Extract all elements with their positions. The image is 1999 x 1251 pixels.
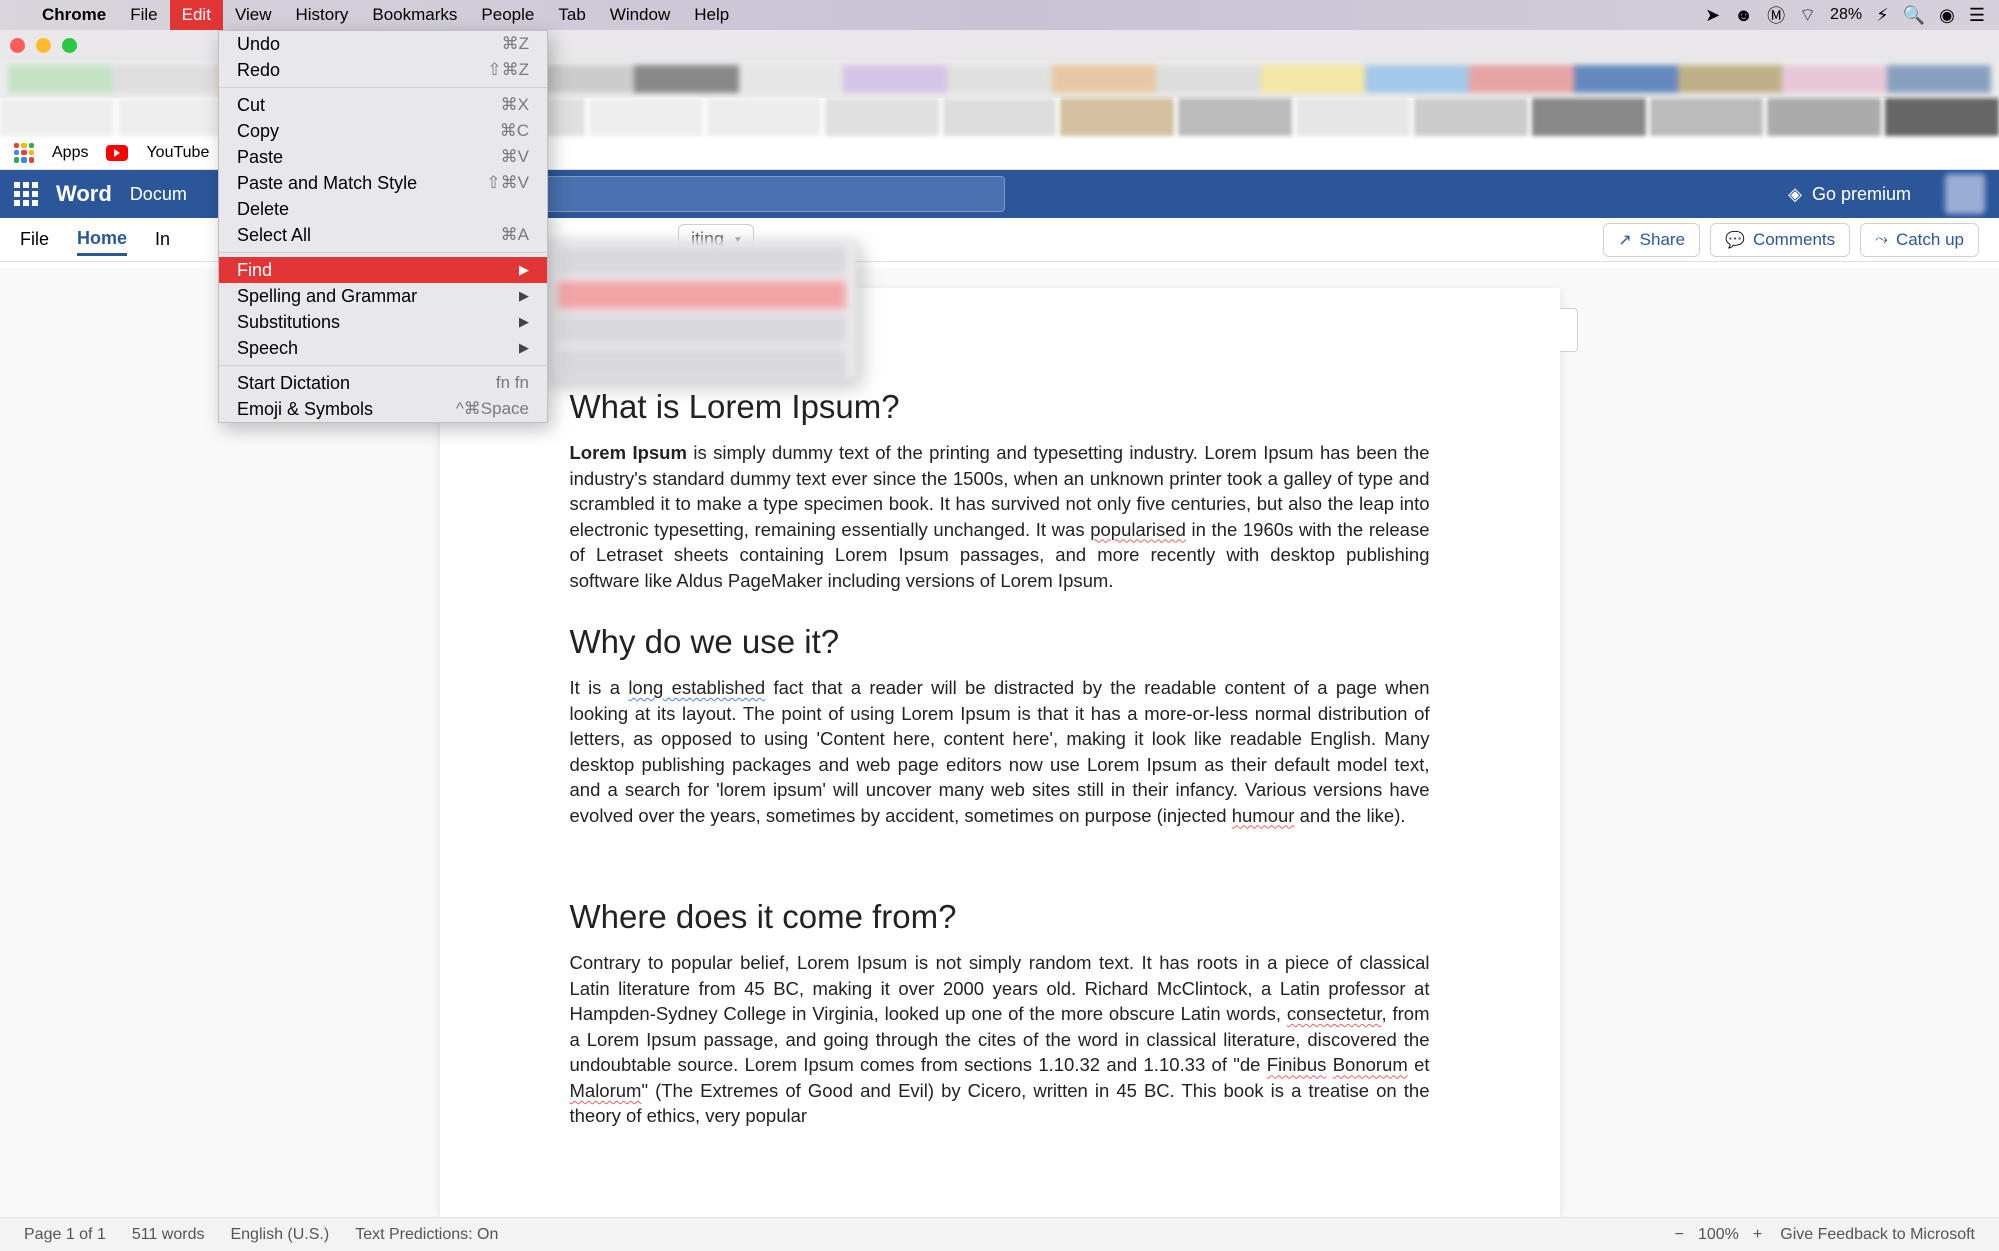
zoom-out-button[interactable]: − xyxy=(1675,1226,1684,1244)
status-icon-3[interactable]: Ⓜ xyxy=(1767,2,1785,28)
menu-item-emoji-symbols[interactable]: Emoji & Symbols^⌘Space xyxy=(219,396,547,422)
menu-item-substitutions[interactable]: Substitutions▶ xyxy=(219,309,547,335)
feedback-link[interactable]: Give Feedback to Microsoft xyxy=(1780,1226,1975,1244)
tab-file[interactable]: File xyxy=(20,225,49,254)
share-icon: ↗ xyxy=(1618,230,1631,250)
menu-item-copy[interactable]: Copy⌘C xyxy=(219,118,547,144)
user-avatar[interactable] xyxy=(1945,174,1985,214)
menu-item-speech[interactable]: Speech▶ xyxy=(219,335,547,361)
status-page[interactable]: Page 1 of 1 xyxy=(24,1226,106,1244)
menu-file[interactable]: File xyxy=(118,0,169,30)
status-predictions[interactable]: Text Predictions: On xyxy=(355,1226,498,1244)
heading-3[interactable]: Where does it come from? xyxy=(570,898,1430,936)
mac-status-right: ➤ ☻ Ⓜ ⌔ 28% ⚡︎ 🔍 ◉ ☰ xyxy=(1705,2,1985,28)
status-bar: Page 1 of 1 511 words English (U.S.) Tex… xyxy=(0,1217,1999,1251)
status-icon-2[interactable]: ☻ xyxy=(1734,5,1753,26)
traffic-lights xyxy=(10,38,77,53)
paragraph-1[interactable]: Lorem Ipsum is simply dummy text of the … xyxy=(570,440,1430,593)
share-button[interactable]: ↗ Share xyxy=(1603,223,1700,257)
menu-item-start-dictation[interactable]: Start Dictationfn fn xyxy=(219,370,547,396)
catchup-label: Catch up xyxy=(1896,230,1964,250)
menu-item-paste[interactable]: Paste⌘V xyxy=(219,144,547,170)
maximize-window-button[interactable] xyxy=(62,38,77,53)
diamond-icon: ◈ xyxy=(1788,184,1802,205)
spotlight-icon[interactable]: 🔍 xyxy=(1903,5,1925,26)
menu-item-spelling-and-grammar[interactable]: Spelling and Grammar▶ xyxy=(219,283,547,309)
apps-grid-icon[interactable] xyxy=(14,143,34,163)
heading-2[interactable]: Why do we use it? xyxy=(570,623,1430,661)
document-page[interactable]: What is Lorem Ipsum? Lorem Ipsum is simp… xyxy=(440,288,1560,1217)
go-premium-button[interactable]: ◈ Go premium xyxy=(1788,184,1911,205)
youtube-icon[interactable] xyxy=(106,145,128,161)
menu-edit[interactable]: Edit xyxy=(170,0,223,30)
paragraph-2[interactable]: It is a long established fact that a rea… xyxy=(570,675,1430,828)
siri-icon[interactable]: ◉ xyxy=(1939,5,1955,26)
comments-label: Comments xyxy=(1753,230,1835,250)
status-icon-1[interactable]: ➤ xyxy=(1705,5,1720,26)
document-title[interactable]: Docum xyxy=(130,184,187,205)
menu-people[interactable]: People xyxy=(469,0,546,30)
catchup-icon: ⤳ xyxy=(1875,231,1888,249)
battery-percent: 28% xyxy=(1830,6,1862,24)
menu-window[interactable]: Window xyxy=(598,0,682,30)
menu-bookmarks[interactable]: Bookmarks xyxy=(360,0,469,30)
comment-icon: 💬 xyxy=(1725,230,1745,250)
menu-item-redo[interactable]: Redo⇧⌘Z xyxy=(219,57,547,83)
app-launcher-icon[interactable] xyxy=(14,182,38,206)
zoom-in-button[interactable]: + xyxy=(1753,1226,1762,1244)
edit-menu-dropdown: Undo⌘ZRedo⇧⌘Z Cut⌘XCopy⌘CPaste⌘VPaste and… xyxy=(218,30,548,423)
catchup-button[interactable]: ⤳ Catch up xyxy=(1860,223,1979,257)
mac-menubar: Chrome File Edit View History Bookmarks … xyxy=(0,0,1999,30)
menu-item-cut[interactable]: Cut⌘X xyxy=(219,92,547,118)
menu-view[interactable]: View xyxy=(223,0,284,30)
control-center-icon[interactable]: ☰ xyxy=(1969,5,1985,26)
menu-app[interactable]: Chrome xyxy=(30,0,118,30)
bookmark-youtube[interactable]: YouTube xyxy=(146,144,209,162)
find-submenu-blurred xyxy=(547,240,857,380)
paragraph-3[interactable]: Contrary to popular belief, Lorem Ipsum … xyxy=(570,950,1430,1129)
menu-item-select-all[interactable]: Select All⌘A xyxy=(219,222,547,248)
comments-button[interactable]: 💬 Comments xyxy=(1710,223,1850,257)
word-brand[interactable]: Word xyxy=(56,181,112,207)
menu-item-paste-and-match-style[interactable]: Paste and Match Style⇧⌘V xyxy=(219,170,547,196)
battery-icon[interactable]: ⚡︎ xyxy=(1876,5,1889,26)
menu-history[interactable]: History xyxy=(283,0,360,30)
status-language[interactable]: English (U.S.) xyxy=(230,1226,329,1244)
heading-1[interactable]: What is Lorem Ipsum? xyxy=(570,388,1430,426)
share-label: Share xyxy=(1640,230,1685,250)
bookmark-apps[interactable]: Apps xyxy=(52,144,88,162)
zoom-level[interactable]: 100% xyxy=(1698,1226,1739,1244)
close-window-button[interactable] xyxy=(10,38,25,53)
menu-help[interactable]: Help xyxy=(682,0,741,30)
minimize-window-button[interactable] xyxy=(36,38,51,53)
tab-insert[interactable]: In xyxy=(155,225,170,254)
menu-item-delete[interactable]: Delete xyxy=(219,196,547,222)
page-tab-handle[interactable] xyxy=(1560,308,1578,352)
menu-tab[interactable]: Tab xyxy=(546,0,597,30)
go-premium-label: Go premium xyxy=(1812,184,1911,205)
wifi-icon[interactable]: ⌔ xyxy=(1799,4,1816,27)
status-words[interactable]: 511 words xyxy=(132,1226,205,1244)
tab-home[interactable]: Home xyxy=(77,224,127,256)
menu-item-undo[interactable]: Undo⌘Z xyxy=(219,31,547,57)
menu-item-find[interactable]: Find▶ xyxy=(219,257,547,283)
